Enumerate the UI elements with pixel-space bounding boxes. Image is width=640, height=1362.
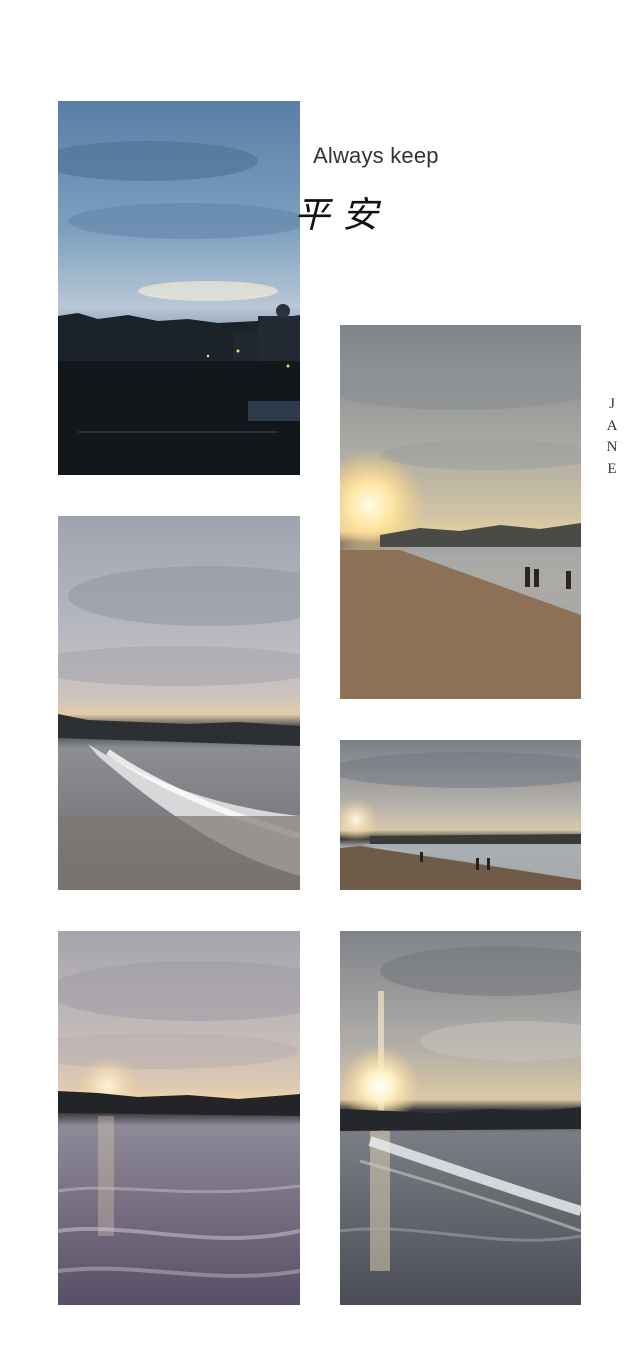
photo-sun-glare-waves bbox=[340, 931, 581, 1305]
signature-letter: A bbox=[606, 417, 618, 434]
vertical-signature: J A N E bbox=[602, 394, 622, 480]
signature-letter: E bbox=[607, 460, 617, 477]
photo-sunset-treeline-sea bbox=[58, 931, 300, 1305]
caption-chinese-calligraphy: 平安 bbox=[294, 195, 391, 236]
signature-letter: J bbox=[609, 396, 615, 412]
photo-wide-sunset-beach bbox=[340, 740, 581, 890]
signature-letter: N bbox=[606, 439, 618, 455]
caption-always-keep: Always keep bbox=[313, 143, 439, 168]
photo-sunset-beach-people bbox=[340, 325, 581, 699]
photo-dusk-waves bbox=[58, 516, 300, 890]
photo-dusk-city bbox=[58, 101, 300, 475]
